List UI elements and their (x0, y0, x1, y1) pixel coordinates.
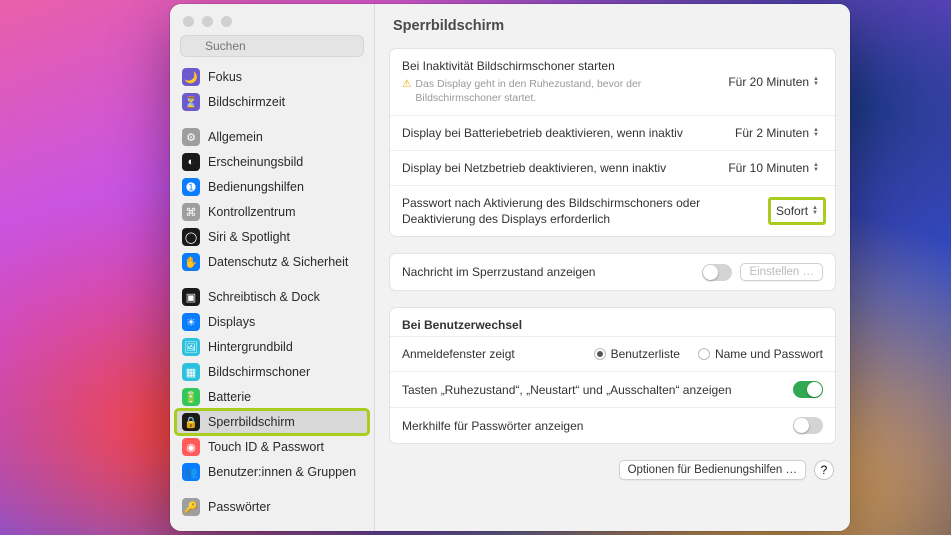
sidebar-icon: ⌘ (182, 203, 200, 221)
sidebar-item-label: Hintergrundbild (208, 340, 293, 354)
sidebar-icon: ◯ (182, 228, 200, 246)
chevron-updown-icon: ▲▼ (813, 77, 819, 87)
sidebar-icon: ⏳ (182, 93, 200, 111)
sidebar-item-passw-rter[interactable]: 🔑 Passwörter (176, 495, 368, 519)
sidebar-item-label: Touch ID & Passwort (208, 440, 324, 454)
sidebar-item-fokus[interactable]: 🌙 Fokus (176, 65, 368, 89)
sidebar-item-bildschirmschoner[interactable]: ▦ Bildschirmschoner (176, 360, 368, 384)
sidebar-icon: 🌙 (182, 68, 200, 86)
screensaver-label: Bei Inaktivität Bildschirmschoner starte… (402, 58, 714, 74)
radio-dot-icon (698, 348, 710, 360)
require-password-popup[interactable]: Sofort ▲▼ (768, 197, 826, 225)
screensaver-warning: ⚠ Das Display geht in den Ruhezustand, b… (402, 77, 714, 105)
sidebar-icon: 🔒 (182, 413, 200, 431)
sidebar: 🔍 🌙Fokus⏳Bildschirmzeit⚙Allgemein◐Ersche… (170, 4, 375, 531)
search-input[interactable] (180, 35, 364, 57)
user-switch-title: Bei Benutzerwechsel (390, 308, 835, 337)
chevron-updown-icon: ▲▼ (812, 206, 818, 216)
row-show-buttons: Tasten „Ruhezustand“, „Neustart“ und „Au… (390, 372, 835, 408)
sidebar-icon: 👥 (182, 463, 200, 481)
chevron-updown-icon: ▲▼ (813, 163, 819, 173)
sidebar-item-datenschutz-sicherheit[interactable]: ✋ Datenschutz & Sicherheit (176, 250, 368, 274)
sidebar-item-label: Bildschirmschoner (208, 365, 310, 379)
sidebar-item-label: Fokus (208, 70, 242, 84)
sidebar-list[interactable]: 🌙 Fokus ⏳ Bildschirmzeit ⚙ Allgemein ◐ Erschein… (170, 65, 374, 531)
sidebar-item-label: Kontrollzentrum (208, 205, 296, 219)
sidebar-item-kontrollzentrum[interactable]: ⌘ Kontrollzentrum (176, 200, 368, 224)
chevron-updown-icon: ▲▼ (813, 128, 819, 138)
sidebar-icon: ⚙ (182, 128, 200, 146)
sidebar-icon: 🔑 (182, 498, 200, 516)
warning-icon: ⚠ (402, 77, 411, 105)
row-screensaver: Bei Inaktivität Bildschirmschoner starte… (390, 49, 835, 116)
help-button[interactable]: ? (814, 460, 834, 480)
radio-user-list[interactable]: Benutzerliste (594, 347, 680, 361)
footer: Optionen für Bedienungshilfen … ? (375, 456, 850, 494)
row-require-password: Passwort nach Aktivierung des Bildschirm… (390, 186, 835, 236)
content-pane: Sperrbildschirm Bei Inaktivität Bildschi… (375, 4, 850, 531)
sidebar-icon: ☀ (182, 313, 200, 331)
sidebar-item-label: Siri & Spotlight (208, 230, 290, 244)
display-settings-panel: Bei Inaktivität Bildschirmschoner starte… (389, 48, 836, 237)
display-battery-popup[interactable]: Für 2 Minuten ▲▼ (731, 125, 823, 141)
row-display-battery: Display bei Batteriebetrieb deaktivieren… (390, 116, 835, 151)
sidebar-item-allgemein[interactable]: ⚙ Allgemein (176, 125, 368, 149)
sidebar-item-label: Bedienungshilfen (208, 180, 304, 194)
user-switch-panel: Bei Benutzerwechsel Anmeldefenster zeigt… (389, 307, 836, 444)
screensaver-popup[interactable]: Für 20 Minuten ▲▼ (724, 74, 823, 90)
sidebar-item-displays[interactable]: ☀ Displays (176, 310, 368, 334)
sidebar-item-batterie[interactable]: 🔋 Batterie (176, 385, 368, 409)
sidebar-item-benutzer-innen-gruppen[interactable]: 👥 Benutzer:innen & Gruppen (176, 460, 368, 484)
sidebar-item-hintergrundbild[interactable]: 🖼 Hintergrundbild (176, 335, 368, 359)
sidebar-icon: ➊ (182, 178, 200, 196)
sidebar-item-bildschirmzeit[interactable]: ⏳ Bildschirmzeit (176, 90, 368, 114)
sidebar-icon: 🔋 (182, 388, 200, 406)
sidebar-item-label: Allgemein (208, 130, 263, 144)
password-hints-switch[interactable] (793, 417, 823, 434)
settings-window: 🔍 🌙Fokus⏳Bildschirmzeit⚙Allgemein◐Ersche… (170, 4, 850, 531)
lock-message-switch[interactable] (702, 264, 732, 281)
sidebar-icon: ▣ (182, 288, 200, 306)
sidebar-icon: ✋ (182, 253, 200, 271)
sidebar-item-siri-spotlight[interactable]: ◯ Siri & Spotlight (176, 225, 368, 249)
sidebar-item-label: Benutzer:innen & Gruppen (208, 465, 356, 479)
sidebar-icon: ▦ (182, 363, 200, 381)
sidebar-item-label: Passwörter (208, 500, 271, 514)
row-password-hints: Merkhilfe für Passwörter anzeigen (390, 408, 835, 443)
display-power-popup[interactable]: Für 10 Minuten ▲▼ (724, 160, 823, 176)
page-title: Sperrbildschirm (375, 4, 850, 44)
sidebar-item-label: Sperrbildschirm (208, 415, 295, 429)
sidebar-item-label: Bildschirmzeit (208, 95, 285, 109)
sidebar-item-label: Erscheinungsbild (208, 155, 303, 169)
lock-message-panel: Nachricht im Sperrzustand anzeigen Einst… (389, 253, 836, 291)
row-lock-message: Nachricht im Sperrzustand anzeigen Einst… (390, 254, 835, 290)
sidebar-item-label: Displays (208, 315, 255, 329)
zoom-icon[interactable] (221, 16, 232, 27)
accessibility-options-button[interactable]: Optionen für Bedienungshilfen … (619, 460, 806, 480)
minimize-icon[interactable] (202, 16, 213, 27)
sidebar-item-schreibtisch-dock[interactable]: ▣ Schreibtisch & Dock (176, 285, 368, 309)
sidebar-item-erscheinungsbild[interactable]: ◐ Erscheinungsbild (176, 150, 368, 174)
lock-message-configure-button[interactable]: Einstellen … (740, 263, 823, 281)
sidebar-item-label: Batterie (208, 390, 251, 404)
row-login-window: Anmeldefenster zeigt Benutzerliste Name … (390, 337, 835, 372)
window-controls[interactable] (170, 4, 374, 33)
sidebar-item-sperrbildschirm[interactable]: 🔒 Sperrbildschirm (176, 410, 368, 434)
sidebar-item-bedienungshilfen[interactable]: ➊ Bedienungshilfen (176, 175, 368, 199)
radio-name-password[interactable]: Name und Passwort (698, 347, 823, 361)
close-icon[interactable] (183, 16, 194, 27)
row-display-power: Display bei Netzbetrieb deaktivieren, we… (390, 151, 835, 186)
sidebar-item-label: Schreibtisch & Dock (208, 290, 320, 304)
sidebar-icon: ◉ (182, 438, 200, 456)
sidebar-item-label: Datenschutz & Sicherheit (208, 255, 348, 269)
sidebar-icon: ◐ (182, 153, 200, 171)
show-buttons-switch[interactable] (793, 381, 823, 398)
sidebar-item-touch-id-passwort[interactable]: ◉ Touch ID & Passwort (176, 435, 368, 459)
sidebar-icon: 🖼 (182, 338, 200, 356)
radio-dot-icon (594, 348, 606, 360)
